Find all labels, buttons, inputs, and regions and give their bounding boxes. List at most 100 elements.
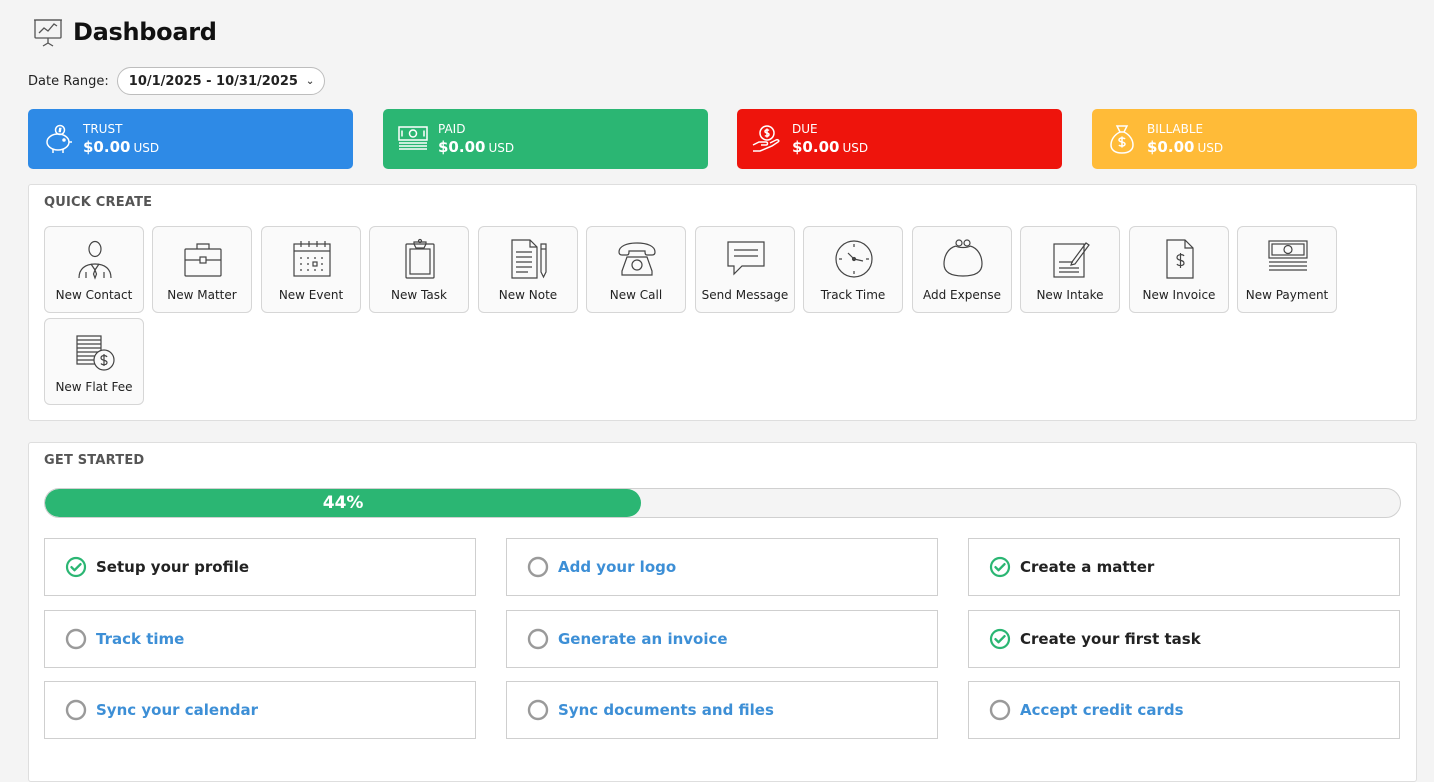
trust-card[interactable]: TRUST $0.00 USD <box>28 109 353 169</box>
quick-create-label: New Task <box>391 288 447 302</box>
clipboard-icon <box>405 238 435 279</box>
add-expense-button[interactable]: Add Expense <box>912 226 1012 313</box>
progress-fill: 44% <box>45 489 642 517</box>
task-accept-credit-cards[interactable]: Accept credit cards <box>968 681 1400 739</box>
intake-icon <box>1053 242 1090 278</box>
get-started-panel: GET STARTED 44% Setup your profile Add yo… <box>28 442 1417 782</box>
task-label: Setup your profile <box>96 558 250 576</box>
empty-circle-icon <box>527 699 549 721</box>
task-setup-your-profile: Setup your profile <box>44 538 476 596</box>
new-note-button[interactable]: New Note <box>478 226 578 313</box>
quick-create-title: QUICK CREATE <box>44 195 153 210</box>
progress-bar: 44% <box>44 488 1401 518</box>
progress-label: 44% <box>322 493 364 513</box>
new-call-button[interactable]: New Call <box>586 226 686 313</box>
payment-icon <box>1268 240 1308 271</box>
note-icon <box>511 239 547 279</box>
flat-fee-icon <box>76 335 115 371</box>
new-flat-fee-button[interactable]: New Flat Fee <box>44 318 144 405</box>
task-label: Add your logo <box>558 558 677 576</box>
paid-card[interactable]: PAID $0.00 USD <box>383 109 708 169</box>
quick-create-label: Add Expense <box>923 288 1001 302</box>
calendar-icon <box>293 241 331 277</box>
quick-create-label: New Flat Fee <box>55 380 133 394</box>
quick-create-label: Send Message <box>701 288 789 302</box>
empty-circle-icon <box>65 628 87 650</box>
piggy-bank-icon <box>46 124 72 153</box>
quick-create-panel: QUICK CREATE New Contact New Matter New … <box>28 184 1417 421</box>
task-label: Create a matter <box>1020 558 1155 576</box>
new-task-button[interactable]: New Task <box>369 226 469 313</box>
purse-icon <box>943 239 983 277</box>
quick-create-label: New Contact <box>55 288 133 302</box>
quick-create-label: New Invoice <box>1142 288 1216 302</box>
due-card[interactable]: DUE $0.00 USD <box>737 109 1062 169</box>
hand-coin-icon <box>752 125 780 152</box>
phone-icon <box>618 242 656 276</box>
task-label: Track time <box>96 630 185 648</box>
task-label: Accept credit cards <box>1020 701 1184 719</box>
new-matter-button[interactable]: New Matter <box>152 226 252 313</box>
task-label: Generate an invoice <box>558 630 728 648</box>
new-payment-button[interactable]: New Payment <box>1237 226 1337 313</box>
card-amount: $0.00 <box>83 137 131 156</box>
get-started-title: GET STARTED <box>44 453 145 468</box>
card-currency: USD <box>842 140 869 155</box>
money-bag-icon <box>1110 125 1134 154</box>
new-intake-button[interactable]: New Intake <box>1020 226 1120 313</box>
presentation-chart-icon <box>34 19 62 47</box>
date-range-label: Date Range: <box>28 73 109 89</box>
date-range-select[interactable]: 10/1/2025 - 10/31/2025 ⌄ <box>116 67 326 95</box>
quick-create-label: New Event <box>278 288 344 302</box>
contact-icon <box>78 240 112 280</box>
task-label: Sync documents and files <box>558 701 774 719</box>
card-title: PAID <box>438 121 466 136</box>
task-sync-documents-and-files[interactable]: Sync documents and files <box>506 681 938 739</box>
briefcase-icon <box>184 243 222 277</box>
message-icon <box>727 241 765 276</box>
quick-create-label: New Call <box>609 288 663 302</box>
new-invoice-button[interactable]: New Invoice <box>1129 226 1229 313</box>
banknote-icon <box>398 126 428 150</box>
page-header: Dashboard <box>32 12 217 52</box>
clock-icon <box>835 240 873 278</box>
quick-create-label: New Matter <box>167 288 237 302</box>
send-message-button[interactable]: Send Message <box>695 226 795 313</box>
card-amount: $0.00 <box>1147 137 1195 156</box>
check-circle-icon <box>989 556 1011 578</box>
task-track-time[interactable]: Track time <box>44 610 476 668</box>
card-currency: USD <box>1197 140 1224 155</box>
card-amount: $0.00 <box>792 137 840 156</box>
quick-create-label: New Payment <box>1245 288 1329 302</box>
card-currency: USD <box>488 140 515 155</box>
track-time-button[interactable]: Track Time <box>803 226 903 313</box>
task-create-a-matter: Create a matter <box>968 538 1400 596</box>
date-range-row: Date Range: 10/1/2025 - 10/31/2025 ⌄ <box>28 67 326 95</box>
task-label: Create your first task <box>1020 630 1201 648</box>
empty-circle-icon <box>65 699 87 721</box>
task-sync-your-calendar[interactable]: Sync your calendar <box>44 681 476 739</box>
task-create-your-first-task: Create your first task <box>968 610 1400 668</box>
date-range-value: 10/1/2025 - 10/31/2025 <box>128 73 298 89</box>
check-circle-icon <box>65 556 87 578</box>
new-contact-button[interactable]: New Contact <box>44 226 144 313</box>
card-title: TRUST <box>83 121 123 136</box>
task-generate-an-invoice[interactable]: Generate an invoice <box>506 610 938 668</box>
invoice-icon <box>1166 239 1194 279</box>
quick-create-label: New Note <box>498 288 558 302</box>
task-label: Sync your calendar <box>96 701 259 719</box>
billable-card[interactable]: BILLABLE $0.00 USD <box>1092 109 1417 169</box>
card-amount: $0.00 <box>438 137 486 156</box>
card-title: DUE <box>792 121 818 136</box>
chevron-down-icon: ⌄ <box>305 75 315 87</box>
empty-circle-icon <box>527 556 549 578</box>
empty-circle-icon <box>989 699 1011 721</box>
page-title: Dashboard <box>73 18 217 46</box>
task-add-your-logo[interactable]: Add your logo <box>506 538 938 596</box>
new-event-button[interactable]: New Event <box>261 226 361 313</box>
check-circle-icon <box>989 628 1011 650</box>
card-currency: USD <box>133 140 160 155</box>
quick-create-label: Track Time <box>820 288 886 302</box>
summary-cards: TRUST $0.00 USD PAID $0.00 USD DUE $0.00 US… <box>28 109 1417 169</box>
empty-circle-icon <box>527 628 549 650</box>
